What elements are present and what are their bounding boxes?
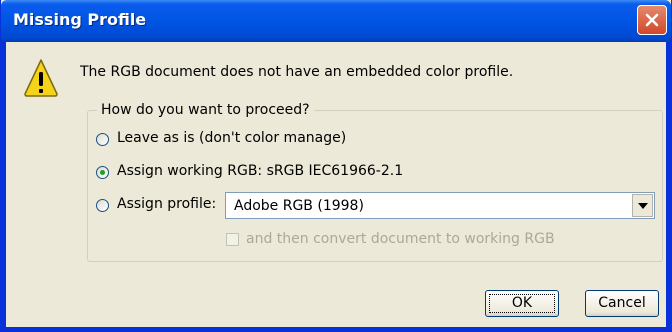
radio-assign-profile-label[interactable]: Assign profile: (117, 196, 216, 212)
radio-leave-as-is-label[interactable]: Leave as is (don't color manage) (117, 130, 346, 146)
window-border-right (666, 42, 671, 331)
profile-select[interactable]: Adobe RGB (1998) (225, 192, 655, 219)
window-title: Missing Profile (13, 10, 147, 29)
ok-focus-rect (489, 294, 555, 313)
cancel-button[interactable]: Cancel (585, 290, 659, 317)
radio-leave-as-is[interactable] (96, 133, 109, 146)
radio-assign-working-rgb-label[interactable]: Assign working RGB: sRGB IEC61966-2.1 (117, 163, 403, 179)
radio-assign-profile[interactable] (96, 199, 109, 212)
group-legend: How do you want to proceed? (97, 102, 314, 118)
message-text: The RGB document does not have an embedd… (80, 64, 514, 80)
profile-select-arrow-button[interactable] (632, 194, 653, 217)
radio-assign-working-rgb[interactable] (96, 166, 109, 179)
profile-select-value: Adobe RGB (1998) (234, 198, 364, 214)
close-button[interactable] (637, 5, 667, 35)
cancel-button-label: Cancel (598, 295, 646, 311)
window-border-bottom (1, 327, 671, 331)
ok-button[interactable]: OK (485, 290, 559, 317)
window-border-left (1, 42, 6, 331)
title-bar[interactable]: Missing Profile (1, 0, 671, 42)
close-icon (645, 13, 659, 27)
dropdown-arrow-icon (638, 203, 648, 209)
dialog-window: Missing Profile The RGB document does no… (0, 0, 672, 332)
convert-checkbox[interactable] (226, 233, 239, 246)
warning-icon (24, 59, 58, 97)
radio-selected-dot (100, 170, 105, 175)
convert-checkbox-label[interactable]: and then convert document to working RGB (246, 231, 555, 247)
